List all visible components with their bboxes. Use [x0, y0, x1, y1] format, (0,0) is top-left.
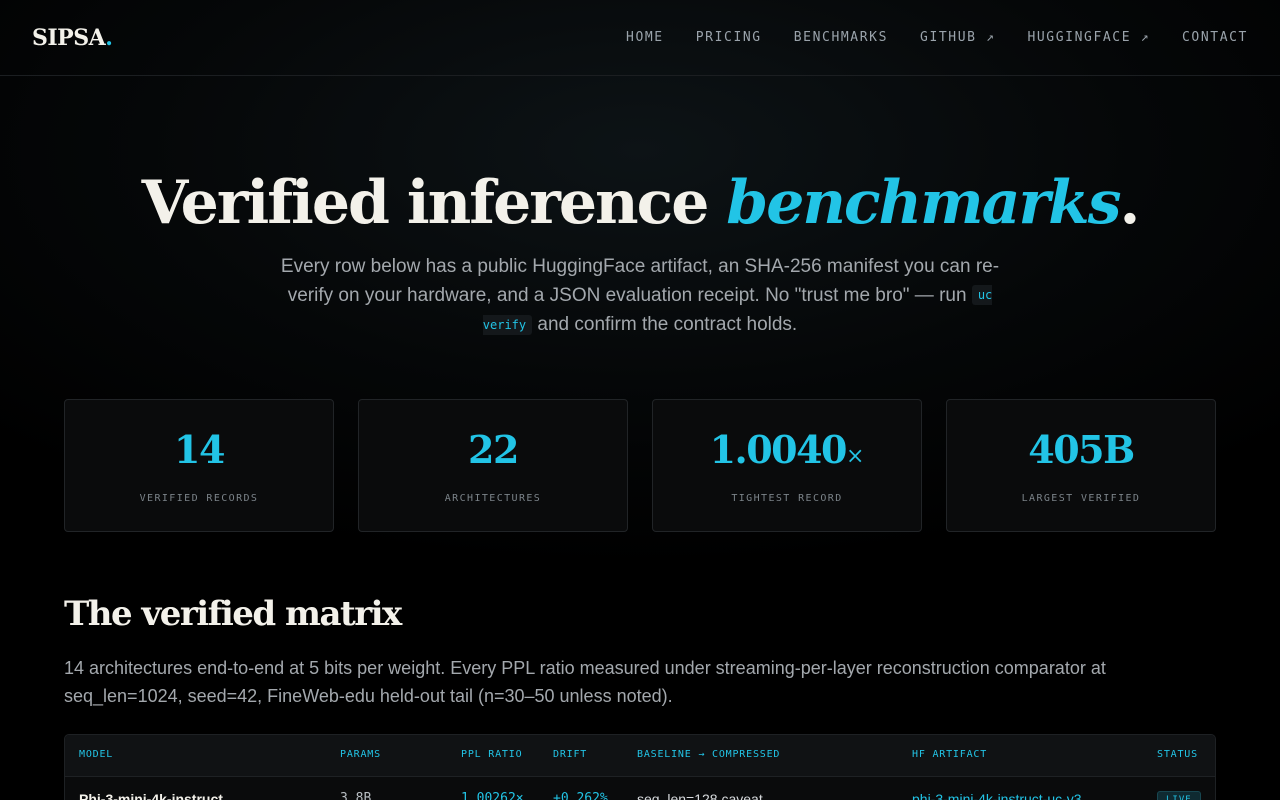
stat-value: 14 [174, 426, 225, 472]
column-header-drift[interactable]: DRIFT [553, 749, 587, 760]
stat-label: ARCHITECTURES [444, 492, 542, 504]
nav-contact-link[interactable]: CONTACT [1182, 30, 1248, 45]
cell-model: Phi-3-mini-4k-instruct [79, 791, 223, 800]
cell-params: 3.8B [340, 791, 372, 800]
table-row: Phi-3-mini-4k-instruct 3.8B 1.00262× +0.… [65, 777, 1215, 800]
column-header-status[interactable]: STATUS [1157, 749, 1198, 760]
hero-title-end: . [1119, 168, 1141, 238]
nav-home-link[interactable]: HOME [626, 30, 664, 45]
status-badge: LIVE [1157, 791, 1201, 800]
column-header-ppl-ratio[interactable]: PPL RATIO [461, 749, 522, 760]
column-header-params[interactable]: PARAMS [340, 749, 381, 760]
stat-value: 22 [468, 426, 519, 472]
hero-subtitle: Every row below has a public HuggingFace… [280, 252, 1000, 340]
stat-label: VERIFIED RECORDS [139, 492, 259, 504]
nav-benchmarks-link[interactable]: BENCHMARKS [794, 30, 888, 45]
column-header-hf-artifact[interactable]: HF ARTIFACT [912, 749, 987, 760]
stats-row: 14 VERIFIED RECORDS 22 ARCHITECTURES 1.0… [64, 399, 1216, 532]
stat-card-architectures: 22 ARCHITECTURES [358, 399, 628, 532]
stat-card-tightest-record: 1.0040× TIGHTEST RECORD [652, 399, 922, 532]
table-header: MODEL PARAMS PPL RATIO DRIFT BASELINE → … [65, 735, 1215, 777]
hero-subtitle-before: Every row below has a public HuggingFace… [280, 256, 1000, 306]
cell-baseline: seq_len=128 caveat [637, 791, 763, 800]
stat-card-verified-records: 14 VERIFIED RECORDS [64, 399, 334, 532]
logo-text: SIPSA [32, 24, 106, 51]
hero-title-accent: benchmarks [726, 168, 1121, 238]
cell-drift: +0.262% [553, 791, 608, 800]
cell-hf-artifact-link[interactable]: phi-3-mini-4k-instruct-uc-v3 [912, 791, 1082, 800]
column-header-model[interactable]: MODEL [79, 749, 113, 760]
stat-value: 405B [1028, 426, 1135, 472]
nav-huggingface-link[interactable]: HUGGINGFACE ↗ [1027, 30, 1150, 45]
hero-subtitle-after: and confirm the contract holds. [532, 314, 798, 336]
matrix-description: 14 architectures end-to-end at 5 bits pe… [64, 658, 1106, 706]
hero-title: Verified inference benchmarks. [0, 168, 1280, 238]
sipsa-logo[interactable]: SIPSA. [32, 24, 113, 51]
verified-matrix-table: MODEL PARAMS PPL RATIO DRIFT BASELINE → … [64, 734, 1216, 800]
hero-title-main: Verified inference [141, 168, 727, 238]
stat-value: 1.0040× [709, 426, 865, 472]
main-nav: HOME PRICING BENCHMARKS GITHUB ↗ HUGGING… [626, 30, 1248, 45]
matrix-title: The verified matrix [64, 594, 402, 634]
top-navigation-bar: SIPSA. HOME PRICING BENCHMARKS GITHUB ↗ … [0, 0, 1280, 76]
cell-ppl-ratio: 1.00262× [461, 791, 524, 800]
stat-label: TIGHTEST RECORD [731, 492, 843, 504]
logo-dot: . [105, 24, 113, 51]
stat-card-largest-verified: 405B LARGEST VERIFIED [946, 399, 1216, 532]
nav-github-link[interactable]: GITHUB ↗ [920, 30, 995, 45]
stat-label: LARGEST VERIFIED [1021, 492, 1141, 504]
column-header-baseline[interactable]: BASELINE → COMPRESSED [637, 749, 780, 760]
nav-pricing-link[interactable]: PRICING [696, 30, 762, 45]
